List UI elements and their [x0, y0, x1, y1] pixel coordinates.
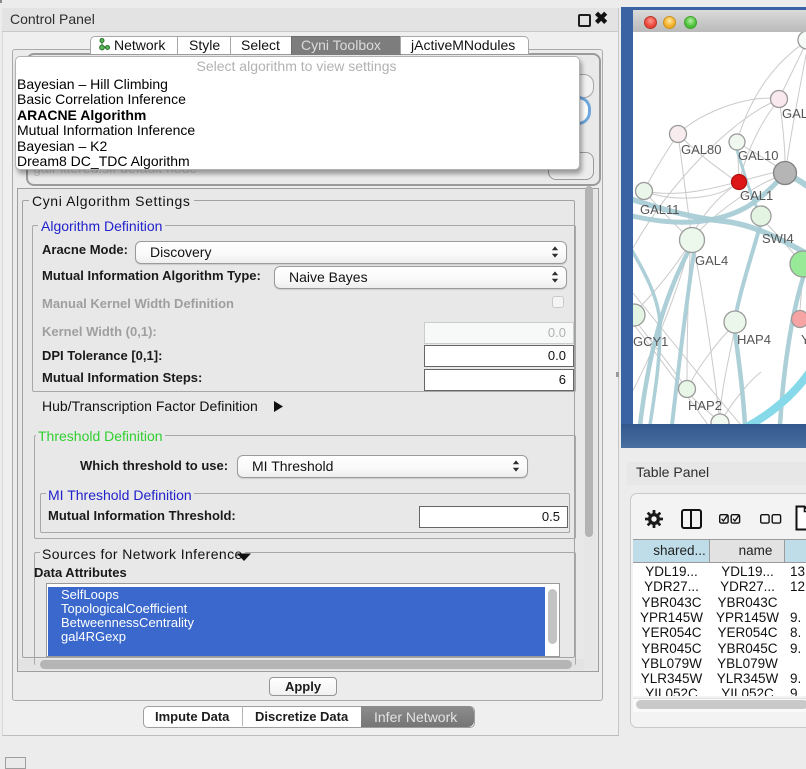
svg-text:GAL80: GAL80	[681, 142, 721, 157]
svg-text:GAL10: GAL10	[738, 148, 778, 163]
svg-text:GAL11: GAL11	[640, 202, 680, 217]
svg-text:SWI4: SWI4	[762, 231, 794, 246]
svg-text:HAP2: HAP2	[688, 398, 722, 413]
svg-text:GAL1: GAL1	[740, 188, 773, 203]
svg-text:GCY1: GCY1	[633, 334, 668, 349]
svg-text:Y: Y	[801, 332, 806, 347]
svg-text:HAP4: HAP4	[737, 332, 771, 347]
svg-text:GAL: GAL	[782, 106, 806, 121]
svg-text:GAL4: GAL4	[695, 253, 728, 268]
